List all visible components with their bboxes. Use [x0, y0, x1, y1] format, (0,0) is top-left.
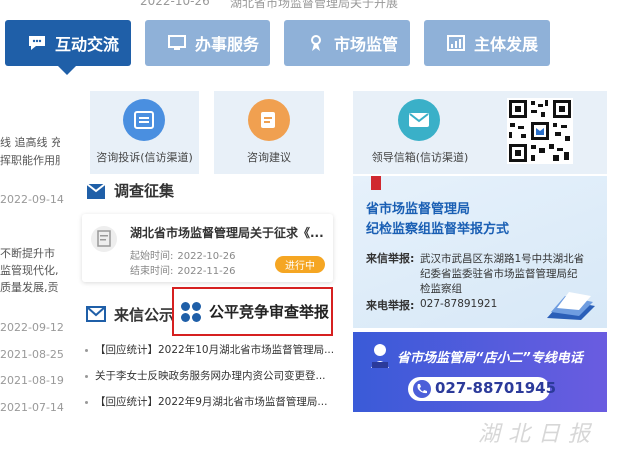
survey-item-title[interactable]: 湖北省市场监督管理局关于征求《... — [130, 224, 324, 241]
top-strip-date: 2022-10-26 — [140, 0, 210, 8]
letter-report-key: 来信举报: — [366, 252, 415, 265]
left-date: 2021-08-25 — [0, 348, 64, 361]
mail-icon — [398, 99, 440, 141]
discipline-title-line2: 纪检监察组监督举报方式 — [366, 222, 510, 237]
list-item[interactable]: 【回应统计】2022年10月湖北省市场监督管理局... — [95, 342, 334, 357]
monitor-icon — [167, 34, 187, 52]
tab-label: 办事服务 — [195, 35, 260, 54]
document-stack-illustration — [537, 282, 597, 320]
survey-end-row: 结束时间: 2022-11-26 — [130, 262, 236, 277]
service-person-icon — [369, 342, 391, 370]
status-badge: 进行中 — [275, 256, 325, 273]
left-date: 2022-09-12 — [0, 321, 64, 334]
left-snippet-line: 不断提升市 — [0, 247, 55, 260]
hotline-title: 省市场监管局“店小二”专线电话 — [397, 351, 583, 366]
chart-icon — [446, 34, 466, 52]
watermark-logo: 湖北日报 — [478, 416, 598, 448]
tab-services[interactable]: 办事服务 — [145, 20, 270, 66]
list-item[interactable]: 关于李女士反映政务服务网办理内资公司变更登... — [95, 368, 326, 383]
survey-heading-text: 调查征集 — [114, 182, 175, 200]
discipline-title-line1: 省市场监督管理局 — [366, 202, 471, 217]
tab-label: 互动交流 — [55, 35, 120, 54]
service-label: 咨询投诉(信访渠道) — [96, 151, 193, 164]
survey-icon — [86, 182, 106, 200]
left-snippet-line: 挥职能作用服 — [0, 154, 60, 167]
letters-heading-text: 来信公示 — [114, 306, 175, 324]
service-complaint[interactable]: 咨询投诉(信访渠道) — [90, 91, 199, 174]
complaint-list-icon — [123, 99, 165, 141]
tab-label: 市场监管 — [334, 35, 399, 54]
start-date: 2022-10-26 — [177, 251, 236, 262]
letter-report-line: 武汉市武昌区东湖路1号中共湖北省 — [420, 253, 585, 265]
list-bullet — [85, 375, 88, 378]
phone-icon — [413, 380, 431, 398]
tab-market-supervision[interactable]: 市场监管 — [284, 20, 410, 66]
tab-label: 主体发展 — [474, 35, 539, 54]
hotline-banner[interactable]: 省市场监管局“店小二”专线电话 027-88701945 — [353, 332, 607, 412]
phone-report-value: 027-87891921 — [420, 298, 498, 310]
qr-code-image — [507, 98, 573, 164]
tab-entity-development[interactable]: 主体发展 — [424, 20, 550, 66]
start-label: 起始时间: — [130, 251, 174, 262]
badge-person-icon — [306, 34, 326, 52]
letters-heading: 来信公示 — [86, 304, 174, 325]
fair-competition-report-link[interactable]: 公平竞争审查举报 — [172, 287, 333, 336]
list-item[interactable]: 【回应统计】2022年9月湖北省市场监督管理局... — [95, 394, 327, 409]
list-bullet — [85, 349, 88, 352]
letter-report-line: 纪委省监委驻省市场监督管理局纪 — [420, 268, 578, 280]
discipline-report-banner[interactable]: 省市场监督管理局 纪检监察组监督举报方式 来信举报: 武汉市武昌区东湖路1号中共… — [353, 176, 607, 328]
suggestion-edit-icon — [248, 99, 290, 141]
list-bullet — [85, 401, 88, 404]
clover-icon — [181, 301, 201, 322]
ribbon-icon — [371, 176, 381, 190]
left-date: 2022-09-14 — [0, 193, 64, 206]
end-label: 结束时间: — [130, 266, 174, 277]
left-snippet-line: 监管现代化, — [0, 264, 59, 277]
letter-report-line: 检监察组 — [420, 283, 462, 295]
tab-interaction[interactable]: 互动交流 — [5, 20, 131, 66]
end-date: 2022-11-26 — [177, 266, 236, 277]
left-snippet-line: 质量发展,贡 — [0, 281, 59, 294]
watermark-text: 湖北日报 — [478, 422, 599, 447]
chat-bubble-icon — [27, 34, 47, 52]
phone-report-key: 来电举报: — [366, 299, 415, 312]
left-date: 2021-08-19 — [0, 374, 64, 387]
left-date: 2021-07-14 — [0, 401, 64, 414]
envelope-icon — [86, 305, 106, 324]
left-snippet-line: 线 追高线 充 — [0, 136, 60, 149]
top-strip-headline[interactable]: 湖北省市场监督管理局关于开展 — [230, 0, 398, 10]
active-tab-pointer — [58, 66, 76, 75]
document-icon — [91, 225, 117, 253]
hotline-number: 027-88701945 — [435, 379, 557, 397]
survey-heading: 调查征集 — [86, 180, 174, 201]
fair-competition-label: 公平竞争审查举报 — [209, 303, 330, 321]
top-news-strip: 2022-10-26 湖北省市场监督管理局关于开展 — [0, 0, 640, 10]
survey-start-row: 起始时间: 2022-10-26 — [130, 247, 236, 262]
